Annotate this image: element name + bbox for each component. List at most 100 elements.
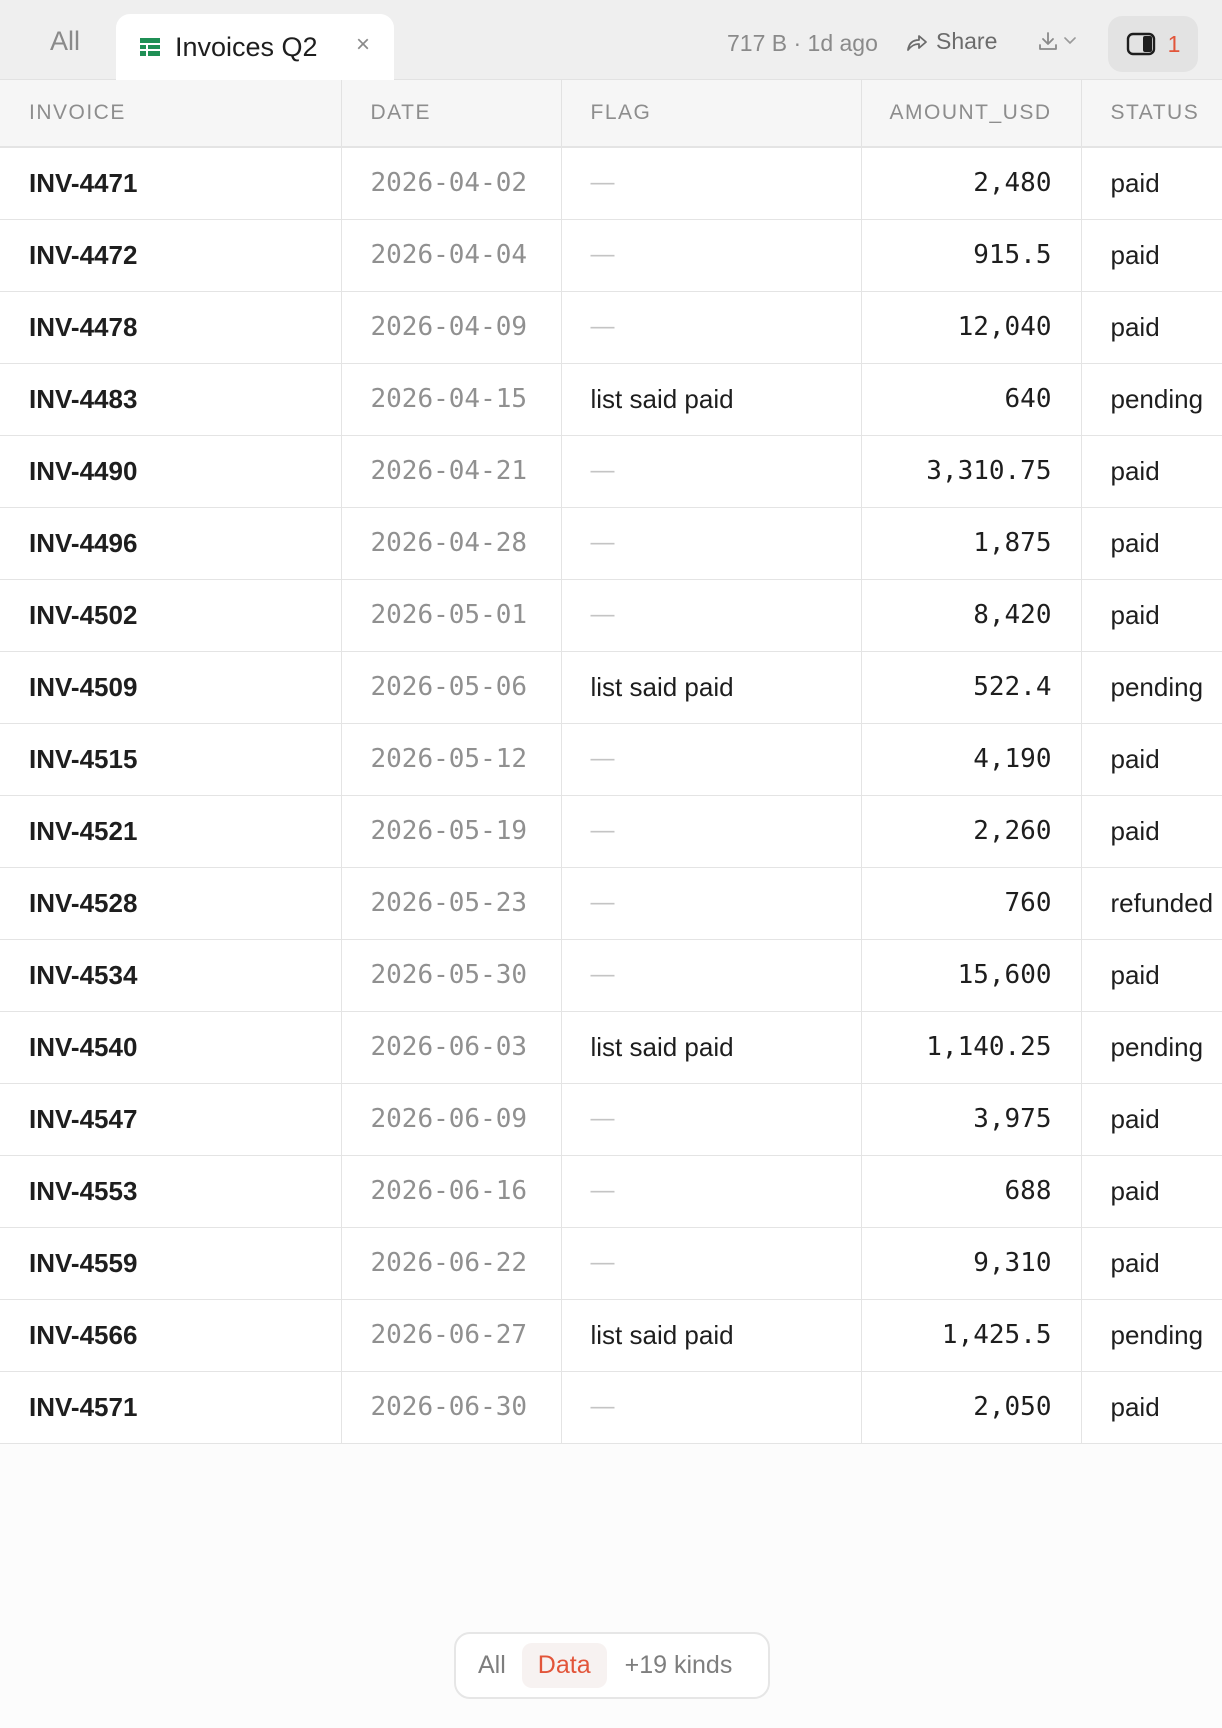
cell-status[interactable]: paid <box>1081 939 1222 1012</box>
cell-flag[interactable]: — <box>561 1371 862 1444</box>
panel-toggle-button[interactable]: 1 <box>1108 16 1198 72</box>
cell-status[interactable]: pending <box>1081 363 1222 436</box>
cell-amount-usd[interactable]: 640 <box>861 363 1082 436</box>
cell-status[interactable]: paid <box>1081 1155 1222 1228</box>
cell-amount-usd[interactable]: 1,140.25 <box>861 1011 1082 1084</box>
cell-date[interactable]: 2026-04-28 <box>341 507 562 580</box>
cell-flag[interactable]: — <box>561 867 862 940</box>
cell-amount-usd[interactable]: 522.4 <box>861 651 1082 724</box>
cell-flag[interactable]: list said paid <box>561 651 862 724</box>
table-row[interactable]: INV-4540 2026-06-03 list said paid 1,140.25… <box>0 1011 1222 1084</box>
cell-invoice[interactable]: INV-4472 <box>0 219 342 292</box>
cell-invoice[interactable]: INV-4496 <box>0 507 342 580</box>
table-row[interactable]: INV-4483 2026-04-15 list said paid 640 pendi… <box>0 363 1222 436</box>
cell-flag[interactable]: — <box>561 1083 862 1156</box>
cell-flag[interactable]: — <box>561 939 862 1012</box>
cell-flag[interactable]: — <box>561 147 862 220</box>
cell-amount-usd[interactable]: 8,420 <box>861 579 1082 652</box>
cell-amount-usd[interactable]: 15,600 <box>861 939 1082 1012</box>
cell-status[interactable]: pending <box>1081 1299 1222 1372</box>
cell-invoice[interactable]: INV-4559 <box>0 1227 342 1300</box>
table-row[interactable]: INV-4528 2026-05-23—760 refunded <box>0 867 1222 940</box>
cell-date[interactable]: 2026-05-12 <box>341 723 562 796</box>
cell-amount-usd[interactable]: 3,975 <box>861 1083 1082 1156</box>
cell-flag[interactable]: — <box>561 291 862 364</box>
table-row[interactable]: INV-4490 2026-04-21—3,310.75 paid <box>0 435 1222 508</box>
cell-status[interactable]: paid <box>1081 579 1222 652</box>
cell-amount-usd[interactable]: 2,050 <box>861 1371 1082 1444</box>
table-row[interactable]: INV-4496 2026-04-28—1,875 paid <box>0 507 1222 580</box>
cell-date[interactable]: 2026-06-09 <box>341 1083 562 1156</box>
cell-status[interactable]: paid <box>1081 147 1222 220</box>
cell-date[interactable]: 2026-06-30 <box>341 1371 562 1444</box>
cell-date[interactable]: 2026-04-09 <box>341 291 562 364</box>
cell-date[interactable]: 2026-06-22 <box>341 1227 562 1300</box>
cell-status[interactable]: paid <box>1081 219 1222 292</box>
cell-invoice[interactable]: INV-4528 <box>0 867 342 940</box>
cell-invoice[interactable]: INV-4490 <box>0 435 342 508</box>
cell-date[interactable]: 2026-04-21 <box>341 435 562 508</box>
cell-status[interactable]: paid <box>1081 1083 1222 1156</box>
table-row[interactable]: INV-4472 2026-04-04—915.5 paid <box>0 219 1222 292</box>
cell-invoice[interactable]: INV-4547 <box>0 1083 342 1156</box>
cell-status[interactable]: paid <box>1081 723 1222 796</box>
table-row[interactable]: INV-4471 2026-04-02—2,480 paid <box>0 147 1222 220</box>
table-row[interactable]: INV-4521 2026-05-19—2,260 paid <box>0 795 1222 868</box>
cell-invoice[interactable]: INV-4515 <box>0 723 342 796</box>
cell-amount-usd[interactable]: 9,310 <box>861 1227 1082 1300</box>
cell-date[interactable]: 2026-04-02 <box>341 147 562 220</box>
cell-flag[interactable]: — <box>561 579 862 652</box>
cell-invoice[interactable]: INV-4566 <box>0 1299 342 1372</box>
cell-amount-usd[interactable]: 760 <box>861 867 1082 940</box>
cell-date[interactable]: 2026-06-16 <box>341 1155 562 1228</box>
cell-flag[interactable]: — <box>561 435 862 508</box>
cell-flag[interactable]: — <box>561 507 862 580</box>
cell-status[interactable]: paid <box>1081 1371 1222 1444</box>
cell-invoice[interactable]: INV-4521 <box>0 795 342 868</box>
cell-flag[interactable]: — <box>561 795 862 868</box>
table-row[interactable]: INV-4547 2026-06-09—3,975 paid <box>0 1083 1222 1156</box>
cell-amount-usd[interactable]: 3,310.75 <box>861 435 1082 508</box>
column-header-amount-usd[interactable]: AMOUNT_USD <box>861 80 1082 148</box>
cell-invoice[interactable]: INV-4540 <box>0 1011 342 1084</box>
tab-invoices-q2[interactable]: Invoices Q2 × <box>116 14 394 80</box>
column-header-flag[interactable]: FLAG <box>561 80 862 148</box>
cell-invoice[interactable]: INV-4509 <box>0 651 342 724</box>
table-row[interactable]: INV-4515 2026-05-12—4,190 paid <box>0 723 1222 796</box>
download-button[interactable] <box>1038 31 1076 51</box>
cell-amount-usd[interactable]: 4,190 <box>861 723 1082 796</box>
cell-amount-usd[interactable]: 915.5 <box>861 219 1082 292</box>
filter-all-button[interactable]: All <box>478 1651 506 1680</box>
cell-flag[interactable]: — <box>561 219 862 292</box>
close-icon[interactable]: × <box>356 33 370 57</box>
cell-date[interactable]: 2026-06-27 <box>341 1299 562 1372</box>
cell-invoice[interactable]: INV-4478 <box>0 291 342 364</box>
cell-status[interactable]: pending <box>1081 1011 1222 1084</box>
cell-invoice[interactable]: INV-4553 <box>0 1155 342 1228</box>
cell-invoice[interactable]: INV-4483 <box>0 363 342 436</box>
cell-amount-usd[interactable]: 1,875 <box>861 507 1082 580</box>
cell-amount-usd[interactable]: 2,260 <box>861 795 1082 868</box>
cell-status[interactable]: paid <box>1081 1227 1222 1300</box>
cell-date[interactable]: 2026-05-01 <box>341 579 562 652</box>
cell-flag[interactable]: — <box>561 1227 862 1300</box>
cell-flag[interactable]: list said paid <box>561 363 862 436</box>
filter-more-kinds-button[interactable]: +19 kinds <box>625 1651 733 1680</box>
cell-amount-usd[interactable]: 688 <box>861 1155 1082 1228</box>
cell-status[interactable]: refunded <box>1081 867 1222 940</box>
cell-date[interactable]: 2026-04-15 <box>341 363 562 436</box>
share-button[interactable]: Share <box>906 28 997 55</box>
table-row[interactable]: INV-4566 2026-06-27 list said paid 1,425.5 p… <box>0 1299 1222 1372</box>
table-row[interactable]: INV-4553 2026-06-16—688 paid <box>0 1155 1222 1228</box>
cell-amount-usd[interactable]: 1,425.5 <box>861 1299 1082 1372</box>
cell-date[interactable]: 2026-04-04 <box>341 219 562 292</box>
tab-all[interactable]: All <box>50 26 80 57</box>
cell-amount-usd[interactable]: 2,480 <box>861 147 1082 220</box>
cell-flag[interactable]: list said paid <box>561 1299 862 1372</box>
cell-invoice[interactable]: INV-4502 <box>0 579 342 652</box>
cell-date[interactable]: 2026-06-03 <box>341 1011 562 1084</box>
cell-amount-usd[interactable]: 12,040 <box>861 291 1082 364</box>
cell-invoice[interactable]: INV-4471 <box>0 147 342 220</box>
column-header-status[interactable]: STATUS <box>1081 80 1222 148</box>
table-row[interactable]: INV-4502 2026-05-01—8,420 paid <box>0 579 1222 652</box>
